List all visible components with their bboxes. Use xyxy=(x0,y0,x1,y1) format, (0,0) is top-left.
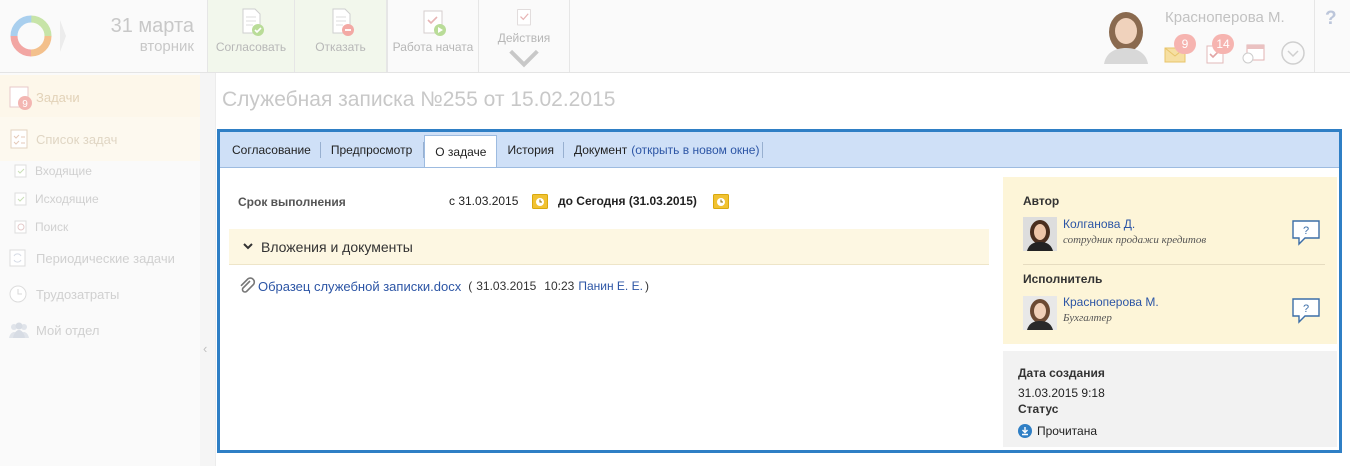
sidebar-item-incoming[interactable]: Входящие xyxy=(0,157,200,185)
executor-avatar[interactable] xyxy=(1023,296,1057,330)
chevron-down-circle-icon[interactable] xyxy=(1280,40,1306,66)
sidebar-item-my-department[interactable]: Мой отдел xyxy=(0,308,200,352)
author-label: Автор xyxy=(1023,194,1060,208)
help-icon[interactable]: ? xyxy=(1325,8,1337,30)
chevron-left-icon: ‹ xyxy=(203,341,208,356)
search-icon xyxy=(14,220,27,234)
created-date-value: 31.03.2015 9:18 xyxy=(1018,386,1105,400)
checklist-icon xyxy=(10,129,28,149)
sidebar-item-tasks[interactable]: 9 Задачи xyxy=(0,75,200,119)
executor-position: Бухгалтер xyxy=(1063,312,1112,324)
ask-question-icon[interactable]: ? xyxy=(1291,219,1321,247)
reject-label: Отказать xyxy=(315,40,366,54)
chevron-down-icon xyxy=(509,49,539,67)
open-in-new-window-link[interactable]: (открыть в новом окне) xyxy=(629,132,759,167)
author-position: сотрудник продажи кредитов xyxy=(1063,234,1207,246)
approve-doc-icon xyxy=(242,8,264,36)
clock-icon xyxy=(9,285,27,303)
deadline-label: Срок выполнения xyxy=(238,195,346,209)
executor-name-link[interactable]: Красноперова М. xyxy=(1063,295,1159,309)
calendar-clock-icon[interactable] xyxy=(532,194,548,209)
participants-panel: Автор Колганова Д. сотрудник продажи кре… xyxy=(1003,177,1337,344)
work-started-button[interactable]: Работа начата xyxy=(388,0,479,72)
tab-about-task[interactable]: О задаче xyxy=(424,135,498,167)
actions-label: Действия xyxy=(497,30,551,45)
incoming-icon xyxy=(14,164,27,178)
date-weekday: вторник xyxy=(139,38,194,55)
task-meta-panel: Дата создания 31.03.2015 9:18 Статус Про… xyxy=(1003,351,1337,447)
sidebar-item-outgoing[interactable]: Исходящие xyxy=(0,185,200,213)
date-day: 31 марта xyxy=(110,15,194,37)
calendar-icon[interactable] xyxy=(1242,42,1266,64)
work-started-icon xyxy=(423,10,446,36)
tab-preview[interactable]: Предпросмотр xyxy=(321,132,425,167)
page-title: Служебная записка №255 от 15.02.2015 xyxy=(222,88,616,111)
sidebar-item-label: Задачи xyxy=(36,89,80,105)
attachment-file-link[interactable]: Образец служебной записки.docx xyxy=(258,279,461,294)
calendar-clock-icon[interactable] xyxy=(713,194,729,209)
outgoing-icon xyxy=(14,192,27,206)
executor-label: Исполнитель xyxy=(1023,272,1103,286)
app-logo-icon[interactable] xyxy=(0,0,66,72)
attachment-date: 31.03.2015 xyxy=(476,279,537,293)
team-icon xyxy=(9,322,29,338)
attachment-time: 10:23 xyxy=(544,279,575,293)
tab-history[interactable]: История xyxy=(497,132,564,167)
user-avatar[interactable] xyxy=(1100,8,1152,64)
attachment-item: Образец служебной записки.docx ( 31.03.2… xyxy=(238,277,649,295)
approve-label: Согласовать xyxy=(215,40,287,54)
sidebar: 9 Задачи Список задач Входящие Исходящие… xyxy=(0,73,200,466)
status-download-icon xyxy=(1018,424,1032,438)
participants-divider xyxy=(1023,264,1325,265)
tab-divider xyxy=(762,141,764,158)
svg-text:?: ? xyxy=(1303,225,1309,237)
sidebar-tasks-badge: 9 xyxy=(22,99,28,110)
sidebar-collapse-handle[interactable]: ‹ xyxy=(200,73,216,466)
task-panel: Согласование Предпросмотр О задаче Истор… xyxy=(217,129,1342,453)
attachment-close-paren: ) xyxy=(644,279,649,293)
tab-bar: Согласование Предпросмотр О задаче Истор… xyxy=(220,132,1339,168)
messages-badge: 9 xyxy=(1174,34,1196,54)
approve-button[interactable]: Согласовать xyxy=(208,0,295,72)
attachments-section-header[interactable]: Вложения и документы xyxy=(229,229,989,265)
tasks-badge: 14 xyxy=(1212,34,1234,54)
paperclip-icon xyxy=(240,277,256,293)
deadline-to: до Сегодня (31.03.2015) xyxy=(558,194,697,208)
author-avatar[interactable] xyxy=(1023,217,1057,251)
deadline-from: с 31.03.2015 xyxy=(449,194,519,208)
sidebar-item-label: Трудозатраты xyxy=(36,286,120,302)
tab-document[interactable]: Документ xyxy=(564,132,629,167)
sidebar-item-label: Поиск xyxy=(35,220,69,234)
reject-doc-icon xyxy=(332,8,354,36)
status-value: Прочитана xyxy=(1037,424,1097,438)
status-label: Статус xyxy=(1018,402,1059,416)
attachment-open-paren: ( xyxy=(468,279,473,293)
author-name-link[interactable]: Колганова Д. xyxy=(1063,217,1135,231)
actions-icon xyxy=(517,9,531,26)
sidebar-item-label: Мой отдел xyxy=(36,322,100,338)
tab-approval[interactable]: Согласование xyxy=(222,132,321,167)
current-date: 31 марта вторник xyxy=(66,0,206,72)
ask-question-icon[interactable]: ? xyxy=(1291,297,1321,325)
reject-button[interactable]: Отказать xyxy=(295,0,387,72)
toolbar-decision-group: Согласовать Отказать xyxy=(207,0,387,72)
user-name[interactable]: Красноперова М. xyxy=(1165,9,1285,26)
work-started-label: Работа начата xyxy=(392,40,474,54)
app-header: 31 марта вторник Согласовать Отказать Ра… xyxy=(0,0,1350,73)
sidebar-item-label: Исходящие xyxy=(35,192,99,206)
attachment-author-link[interactable]: Панин Е. Е. xyxy=(578,279,643,293)
sidebar-item-label: Входящие xyxy=(35,164,92,178)
sidebar-item-label: Список задач xyxy=(36,131,118,147)
attachments-title: Вложения и документы xyxy=(261,238,413,255)
actions-button[interactable]: Действия xyxy=(479,0,570,72)
created-date-label: Дата создания xyxy=(1018,366,1105,380)
tasks-icon: 9 xyxy=(9,86,32,110)
periodic-icon xyxy=(9,249,26,267)
svg-text:?: ? xyxy=(1303,303,1309,315)
toolbar-task-group: Работа начата Действия xyxy=(387,0,570,72)
header-divider xyxy=(1314,0,1315,72)
sidebar-item-task-list[interactable]: Список задач xyxy=(0,117,200,161)
sidebar-item-label: Периодические задачи xyxy=(36,250,175,266)
chevron-down-icon xyxy=(243,243,253,250)
